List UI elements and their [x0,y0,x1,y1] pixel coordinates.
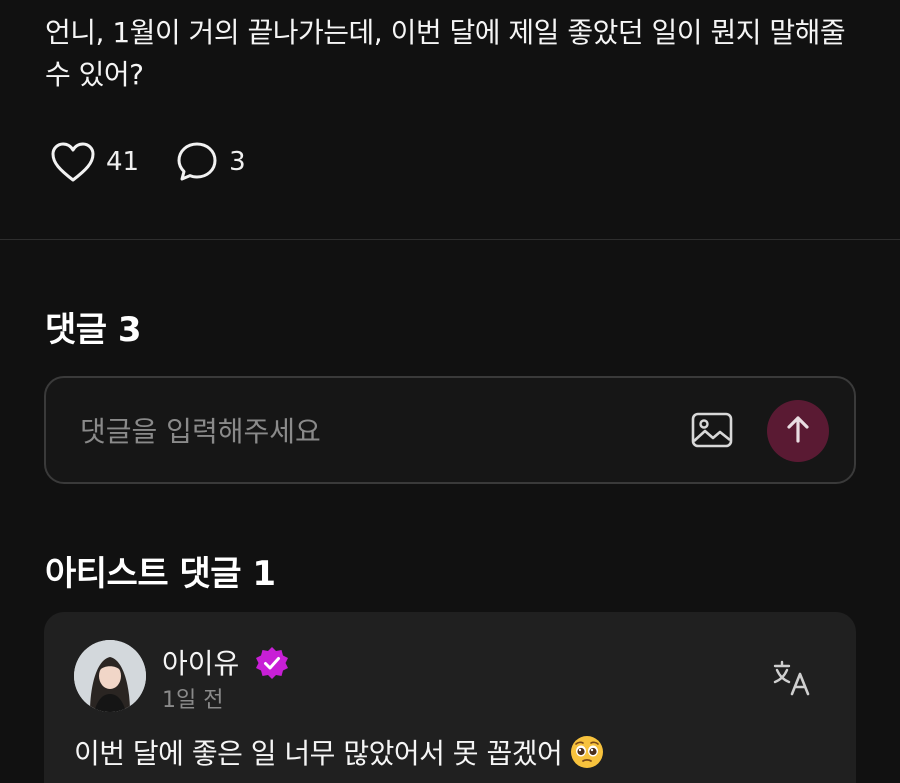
artist-name[interactable]: 아이유 [162,642,239,682]
arrow-up-icon [784,414,812,448]
comment-button[interactable]: 3 [175,140,246,184]
comment-time: 1일 전 [162,688,224,713]
artist-comments-heading: 아티스트 댓글 1 [45,554,276,594]
post-detail-screen: 언니, 1월이 거의 끝나가는데, 이번 달에 제일 좋았던 일이 뭔지 말해줄… [0,0,900,783]
image-icon[interactable] [690,408,734,452]
post-body: 언니, 1월이 거의 끝나가는데, 이번 달에 제일 좋았던 일이 뭔지 말해줄… [45,16,846,91]
comment-body: 이번 달에 좋은 일 너무 많았어서 못 꼽겠어 [74,732,604,776]
artist-comment-card: 아이유 1일 전 이번 달에 좋은 일 너무 많았어서 못 꼽겠어 [44,612,856,783]
divider [0,239,900,240]
comment-input[interactable] [80,408,640,454]
pleading-face-emoji [570,735,604,776]
comments-heading: 댓글 3 [45,310,142,350]
comment-text: 이번 달에 좋은 일 너무 많았어서 못 꼽겠어 [74,737,563,770]
heart-outline-icon [50,141,96,183]
like-count: 41 [106,147,140,177]
translate-icon[interactable] [772,658,812,698]
post-actions: 41 3 [50,140,282,184]
avatar[interactable] [74,640,146,712]
verified-badge-icon [254,645,290,681]
send-button[interactable] [767,400,829,462]
comment-input-box [44,376,856,484]
speech-bubble-icon [175,140,219,184]
like-button[interactable]: 41 [50,141,139,183]
comment-count: 3 [229,147,246,177]
